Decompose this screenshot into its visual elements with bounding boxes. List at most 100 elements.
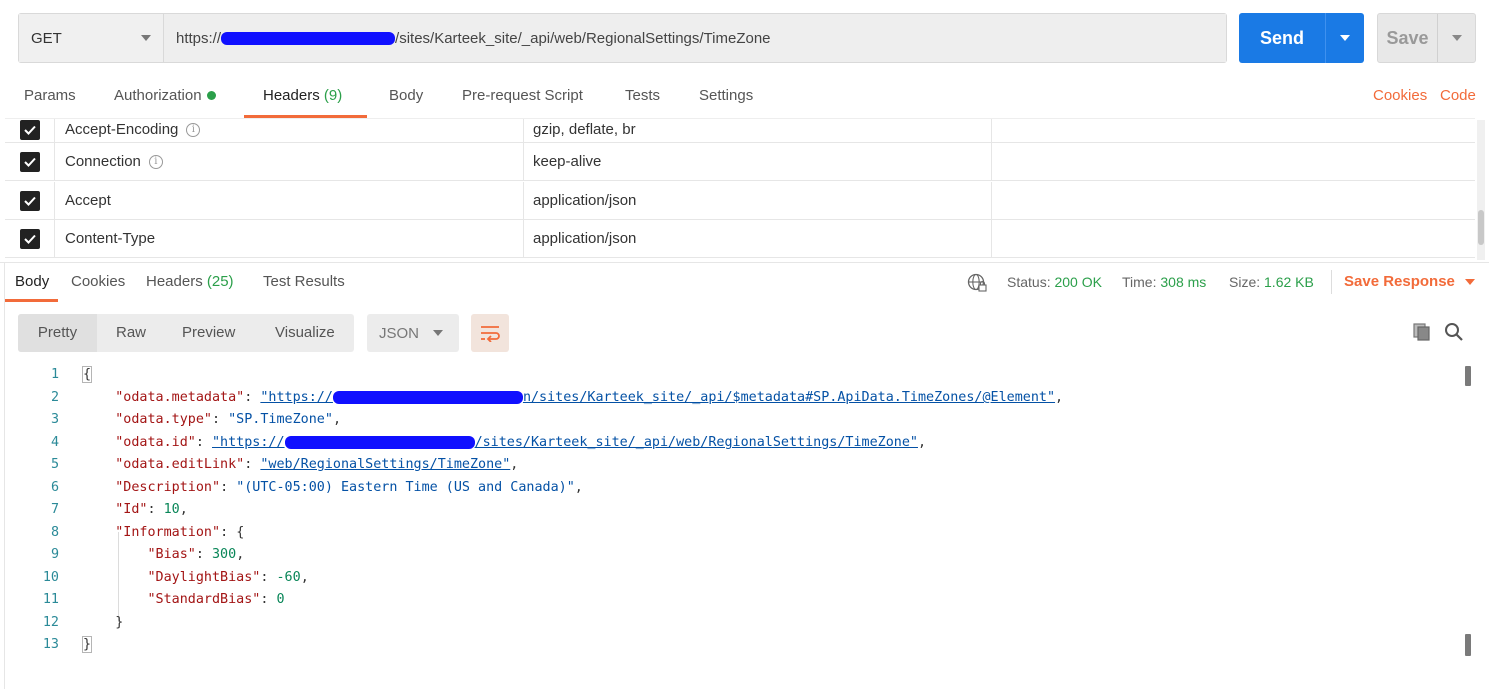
row-checkbox-cell [5,143,55,180]
header-value[interactable]: application/json [524,182,992,219]
redaction-mark [221,31,396,45]
size-value[interactable]: 1.62 KB [1264,274,1314,290]
pretty-button[interactable]: Pretty [18,314,97,352]
scrollbar-thumb[interactable] [1478,210,1484,245]
redaction-mark [284,435,475,449]
header-key-text: Accept [65,192,111,209]
url-link[interactable]: "web/RegionalSettings/TimeZone" [260,457,510,472]
save-response-button[interactable]: Save Response [1344,264,1475,300]
chevron-down-icon [1340,35,1350,41]
info-icon[interactable]: i [186,122,201,137]
line-number: 6 [50,480,59,495]
row-checkbox-cell [5,182,55,219]
header-key[interactable]: Content-Type [55,220,524,257]
check-icon [23,125,36,135]
header-key[interactable]: Accept-Encoding i [55,119,524,142]
info-icon[interactable]: i [148,154,163,169]
size-info: Size: 1.62 KB [1229,264,1314,300]
header-value[interactable]: keep-alive [524,143,992,180]
tab-test-results[interactable]: Test Results [263,264,345,300]
check-icon [23,157,36,167]
line-number: 2 [50,390,59,405]
time-label: Time: [1122,274,1157,290]
send-dropdown[interactable] [1326,13,1364,63]
line-number: 10 [42,570,59,585]
tab-response-headers-label: Headers [146,273,203,290]
line-number: 7 [50,502,59,517]
tab-tests[interactable]: Tests [625,78,660,116]
header-value[interactable]: gzip, deflate, br [524,119,992,142]
header-checkbox[interactable] [19,151,40,172]
status-label: Status: [1007,274,1051,290]
line-number: 9 [50,547,59,562]
headers-table: Accept-Encoding i gzip, deflate, br Conne… [5,118,1475,260]
table-row: Accept application/json [5,182,1475,220]
separator [1331,270,1332,294]
globe-lock-icon[interactable] [967,273,987,293]
status-value[interactable]: 200 OK [1054,274,1101,290]
url-input[interactable]: https:// /sites/Karteek_site/_api/web/Reg… [164,14,1226,62]
visualize-button[interactable]: Visualize [275,314,335,352]
line-number: 4 [50,435,59,450]
row-checkbox-cell [5,119,55,142]
time-info: Time: 308 ms [1122,264,1206,300]
tab-prerequest-script[interactable]: Pre-request Script [462,78,583,116]
url-link[interactable]: "https://n/sites/Karteek_site/_api/$meta… [260,390,1055,405]
chevron-down-icon [1451,35,1462,41]
line-content: "odata.editLink": "web/RegionalSettings/… [115,457,519,472]
copy-icon[interactable] [1412,322,1432,342]
header-checkbox[interactable] [19,119,40,140]
check-icon [23,196,36,206]
tab-response-body[interactable]: Body [4,264,59,302]
tab-response-cookies[interactable]: Cookies [71,264,125,300]
chevron-down-icon [433,330,443,336]
header-key[interactable]: Accept [55,182,524,219]
row-checkbox-cell [5,220,55,257]
line-content: "Information": { [115,525,245,540]
send-label: Send [1239,13,1326,63]
tab-settings[interactable]: Settings [699,78,753,116]
code-link[interactable]: Code [1440,78,1476,116]
url-link[interactable]: "https:///sites/Karteek_site/_api/web/Re… [212,435,918,450]
tab-params[interactable]: Params [24,78,76,116]
url-suffix: /sites/Karteek_site/_api/web/RegionalSet… [395,29,771,47]
send-button[interactable]: Send [1239,13,1364,63]
scrollbar-thumb[interactable] [1465,634,1471,656]
header-checkbox[interactable] [19,228,40,249]
request-tabs: Params Authorization Headers (9) Body Pr… [0,78,1489,118]
header-key[interactable]: Connection i [55,143,524,180]
raw-button[interactable]: Raw [116,314,146,352]
tab-authorization[interactable]: Authorization [114,78,216,116]
tab-response-headers[interactable]: Headers (25) [146,264,234,300]
response-body-viewer[interactable]: 1 { 2 "odata.metadata": "https://n/sites/… [5,364,1462,664]
time-value[interactable]: 308 ms [1160,274,1206,290]
code-scrollbar[interactable] [1464,364,1474,664]
save-button[interactable]: Save [1377,13,1476,63]
line-content: "odata.type": "SP.TimeZone", [115,412,341,427]
header-value[interactable]: application/json [524,220,992,257]
line-number: 1 [50,367,59,382]
view-mode-group: Pretty Raw Preview Visualize [18,314,354,352]
line-content: "Bias": 300, [147,547,245,562]
table-row: Content-Type application/json [5,220,1475,258]
tab-body[interactable]: Body [389,78,423,116]
response-tabs: Body Cookies Headers (25) Test Results S… [0,264,1489,302]
header-value-text: keep-alive [533,153,602,170]
format-label: JSON [379,324,420,342]
header-value-text: gzip, deflate, br [533,121,636,138]
search-icon[interactable] [1444,322,1464,342]
line-number: 11 [42,592,59,607]
headers-scrollbar[interactable] [1477,120,1485,260]
preview-button[interactable]: Preview [182,314,235,352]
header-checkbox[interactable] [19,190,40,211]
scrollbar-thumb[interactable] [1465,366,1471,386]
pane-divider[interactable] [0,262,1489,263]
wrap-lines-button[interactable] [471,314,509,352]
line-content: } [81,636,93,653]
save-dropdown[interactable] [1438,14,1475,62]
cookies-link[interactable]: Cookies [1373,78,1427,116]
format-select[interactable]: JSON [367,314,459,352]
save-response-label: Save Response [1344,273,1455,290]
tab-headers[interactable]: Headers (9) [243,78,368,118]
method-select[interactable]: GET [19,14,164,62]
